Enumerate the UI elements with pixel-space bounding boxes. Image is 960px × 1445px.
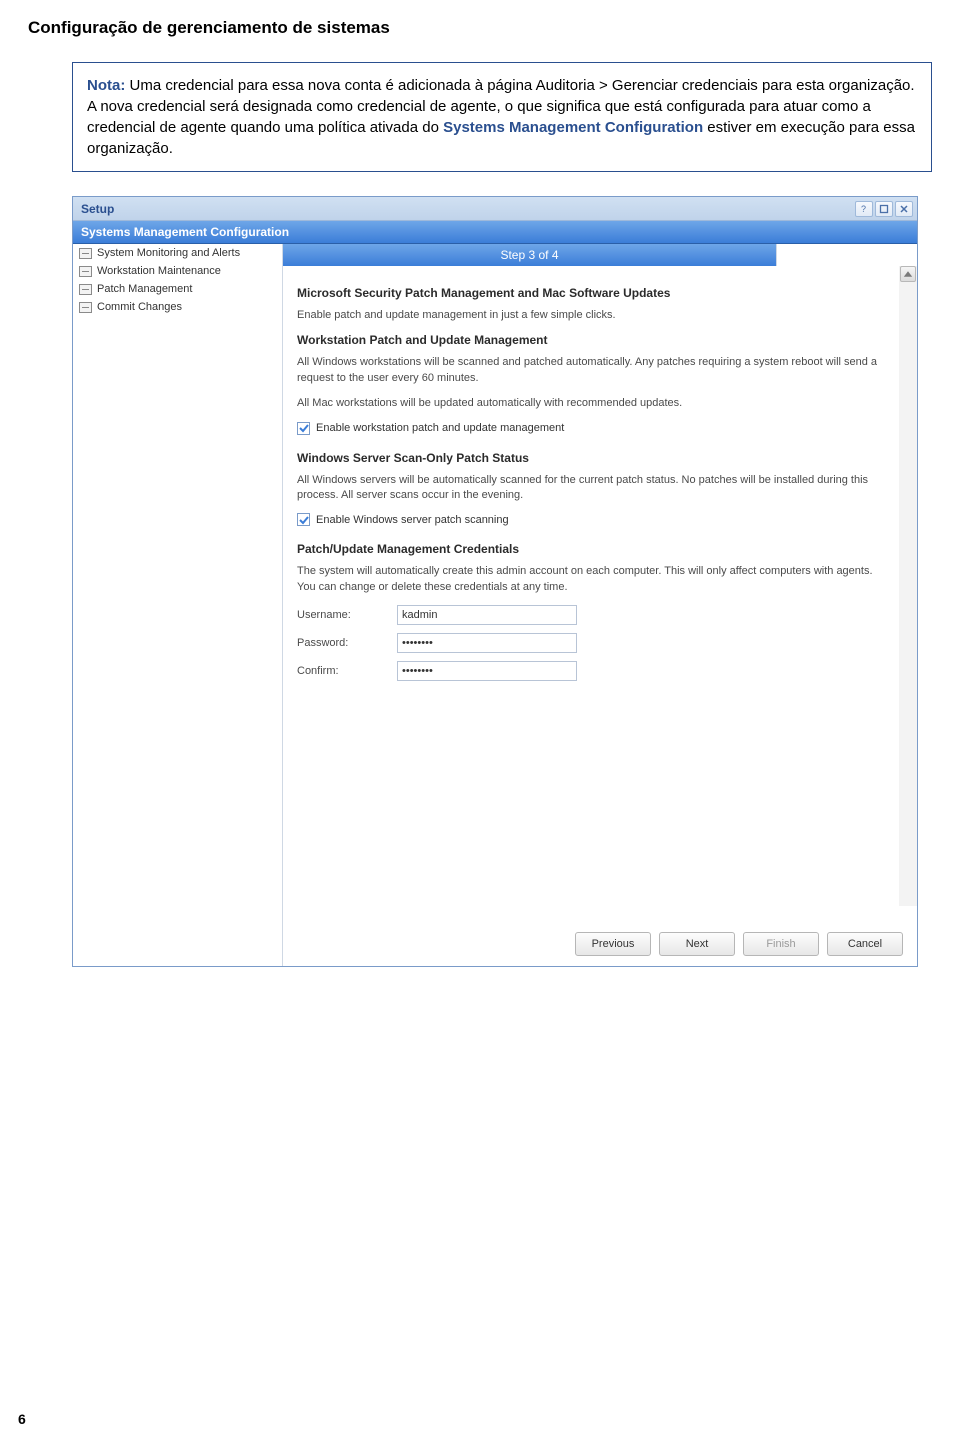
block-ms-title: Microsoft Security Patch Management and … [297,286,881,300]
step-label: Step 3 of 4 [283,244,777,266]
confirm-input[interactable] [397,661,577,681]
sidebar-item-monitoring[interactable]: System Monitoring and Alerts [73,244,282,262]
note-label: Nota: [87,77,125,94]
window-title: Setup [81,202,114,216]
scroll-up-icon[interactable] [900,266,916,282]
sidebar: System Monitoring and Alerts Workstation… [73,244,283,966]
svg-text:?: ? [861,204,866,214]
sidebar-item-patch[interactable]: Patch Management [73,280,282,298]
checkbox-workstation[interactable] [297,422,310,435]
checkbox-server[interactable] [297,513,310,526]
cancel-button[interactable]: Cancel [827,932,903,956]
list-icon [79,302,92,313]
block-cred-text: The system will automatically create thi… [297,564,881,595]
username-input[interactable] [397,605,577,625]
sidebar-item-commit[interactable]: Commit Changes [73,298,282,316]
list-icon [79,266,92,277]
finish-button[interactable]: Finish [743,932,819,956]
checkbox-workstation-label: Enable workstation patch and update mana… [316,422,564,434]
previous-button[interactable]: Previous [575,932,651,956]
next-button[interactable]: Next [659,932,735,956]
scroll-area: Microsoft Security Patch Management and … [283,266,917,906]
block-cred-title: Patch/Update Management Credentials [297,542,881,556]
sidebar-item-label: Commit Changes [97,301,182,313]
help-icon[interactable]: ? [855,201,873,217]
block-server-title: Windows Server Scan-Only Patch Status [297,451,881,465]
password-label: Password: [297,637,397,649]
page-number: 6 [18,1411,26,1427]
confirm-label: Confirm: [297,665,397,677]
close-icon[interactable] [895,201,913,217]
sidebar-item-label: Workstation Maintenance [97,265,221,277]
step-indicator: Step 3 of 4 [283,244,917,266]
sidebar-item-label: Patch Management [97,283,192,295]
sidebar-item-label: System Monitoring and Alerts [97,247,240,259]
titlebar-controls: ? [855,201,913,217]
step-empty [777,244,917,266]
window-titlebar: Setup ? [73,197,917,221]
block-workstation-title: Workstation Patch and Update Management [297,333,881,347]
sidebar-item-maintenance[interactable]: Workstation Maintenance [73,262,282,280]
list-icon [79,284,92,295]
block-ms-text: Enable patch and update management in ju… [297,308,881,323]
note-smc: Systems Management Configuration [443,119,703,136]
password-input[interactable] [397,633,577,653]
list-icon [79,248,92,259]
checkbox-server-label: Enable Windows server patch scanning [316,514,509,526]
block-server-text: All Windows servers will be automaticall… [297,473,881,504]
maximize-icon[interactable] [875,201,893,217]
page-title: Configuração de gerenciamento de sistema… [28,18,932,38]
block-workstation-text1: All Windows workstations will be scanned… [297,355,881,386]
note-box: Nota: Uma credencial para essa nova cont… [72,62,932,172]
wizard-content: Step 3 of 4 Microsoft Security Patch Man… [283,244,917,966]
setup-window: Setup ? Systems Management Configuration… [72,196,918,967]
username-label: Username: [297,609,397,621]
wizard-buttons: Previous Next Finish Cancel [575,932,903,956]
section-header: Systems Management Configuration [73,221,917,244]
block-workstation-text2: All Mac workstations will be updated aut… [297,396,881,411]
